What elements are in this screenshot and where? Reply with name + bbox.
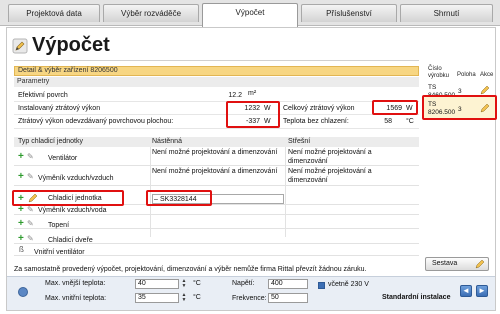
tab-vyber-rozvadece[interactable]: Výběr rozváděče [103,4,199,22]
product-number-2: TS 8206.500 [428,101,456,116]
highlight-box-total-loss [372,100,418,115]
pencil-icon[interactable]: ✎ [27,205,34,215]
installed-loss-label: Instalovaný ztrátový výkon [18,105,101,112]
stepper-icon[interactable]: ▲ ▼ [180,293,188,303]
temp-no-cooling-unit: °C [406,118,414,125]
highlight-box-cooling-unit [12,190,124,206]
dash-marker: – [154,196,158,203]
add-icon[interactable]: + [18,152,24,162]
temp-no-cooling-value: 58 [384,118,392,125]
pencil-icon[interactable]: ✎ [27,152,34,162]
frequency-label: Frekvence: [232,295,267,302]
row-divider [14,114,419,115]
unit-name: Vnitřní ventilátor [34,249,85,256]
max-outside-temp-input[interactable]: 40 [135,279,179,289]
frequency-select[interactable]: 50 [268,293,308,303]
add-icon[interactable]: + [18,234,24,244]
max-inside-temp-input[interactable]: 35 [135,293,179,303]
add-icon[interactable]: + [18,172,24,182]
product-position-2: 3 [458,106,462,113]
voltage-select[interactable]: 400 [268,279,308,289]
stepper-icon[interactable]: ▲ ▼ [180,279,188,289]
col-header-product-number: Číslo výrobku [428,66,450,79]
col-header-action: Akce [480,72,494,78]
edit-pencil-icon[interactable] [480,85,490,95]
tab-prislusenstvi[interactable]: Příslušenství [301,4,397,22]
edit-pencil-icon [475,259,485,269]
temp-no-cooling-label: Teplota bez chlazení: [283,118,349,125]
col-header-roof: Střešní [288,138,311,145]
unit-name: Výměník vzduch/vzduch [38,175,114,182]
table-row [14,215,419,229]
page-title: Výpočet [32,34,110,56]
tab-vypocet[interactable]: Výpočet [202,3,298,27]
edit-pencil-icon[interactable] [480,103,490,113]
unit-name: Výměník vzduch/voda [38,207,107,214]
forward-button[interactable]: ► [476,285,488,297]
detail-bar: Detail & výběr zařízení 8206500 [14,66,419,76]
pencil-icon[interactable]: ✎ [27,234,34,244]
title-divider [14,60,419,61]
row-divider [14,101,419,102]
standard-install-label: Standardní instalace [382,294,451,301]
pencil-icon[interactable]: ✎ [27,172,34,182]
tab-bar: Projektová data Výběr rozváděče Výpočet … [0,0,500,27]
max-inside-temp-unit: °C [193,294,201,301]
wall-note: Není možné projektování a dimenzování [152,168,278,175]
warning-text: Za samostatně provedený výpočet, projekt… [14,266,367,273]
max-outside-temp-label: Max. vnější teplota: [45,280,106,287]
col-header-wall: Nástěnná [152,138,182,145]
unit-name: Chladicí dveře [48,237,93,244]
cooling-unit-code: SK3328144 [160,196,197,203]
add-icon[interactable]: + [18,219,24,229]
tab-projektova-data[interactable]: Projektová data [8,4,100,22]
wall-note: Není možné projektování a dimenzování [152,149,278,156]
tab-shrnuti[interactable]: Shrnutí [400,4,493,22]
unit-name: Topení [48,222,70,229]
unit-name: Ventilátor [48,155,78,162]
add-icon[interactable]: + [18,205,24,215]
row-divider [14,128,419,129]
voltage-label: Napětí: [232,280,255,287]
incl-230v-label: včetně 230 V [328,281,369,288]
highlight-box-loss-values [226,101,280,128]
fan-icon: ß [19,245,24,254]
back-button[interactable]: ◄ [460,285,472,297]
max-inside-temp-label: Max. vnitřní teplota: [45,295,107,302]
pencil-icon[interactable]: ✎ [27,219,34,229]
effective-surface-value: 12.2 [228,92,242,99]
help-icon[interactable] [18,287,28,297]
edit-pencil-icon [12,38,28,54]
params-header: Parametry [14,77,419,87]
total-loss-label: Celkový ztrátový výkon [283,105,355,112]
col-header-position: Poloha [457,72,476,78]
effective-surface-label: Efektivní povrch [18,92,68,99]
col-header-unit-type: Typ chladicí jednotky [18,138,83,145]
incl-230v-checkbox[interactable] [318,282,325,289]
surface-loss-label: Ztrátový výkon odevzdávaný povrchovou pl… [18,118,174,125]
roof-note: Není možné projektování a dimenzování [288,149,372,165]
sestava-label: Sestava [432,260,458,267]
roof-note: Není možné projektování a dimenzování [288,168,372,184]
effective-surface-unit: m² [248,90,257,97]
max-outside-temp-unit: °C [193,280,201,287]
